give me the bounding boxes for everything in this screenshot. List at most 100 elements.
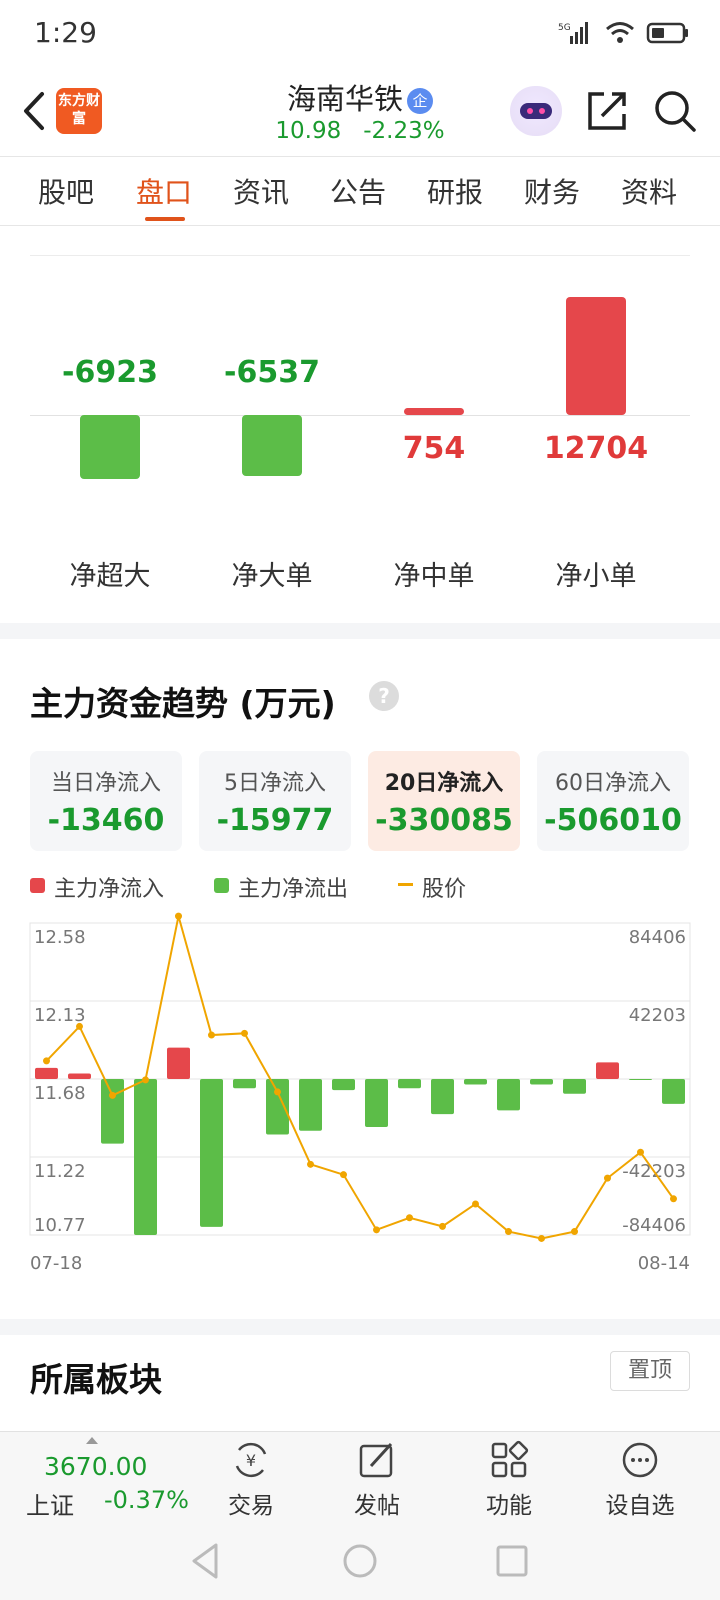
add-watch-label: 设自选 xyxy=(605,1493,675,1519)
net-flow-bar xyxy=(242,415,302,476)
flow-bar xyxy=(497,1079,520,1111)
signal-label: 5G xyxy=(558,23,571,33)
system-nav-bar xyxy=(0,1523,720,1600)
nav-recents-icon[interactable] xyxy=(490,1539,534,1583)
nav-home-icon[interactable] xyxy=(338,1539,382,1583)
stock-change-pct: -2.23% xyxy=(363,118,445,144)
trade-button[interactable]: ¥ 交易 xyxy=(196,1438,306,1522)
price-point xyxy=(505,1228,512,1236)
index-value[interactable]: 3670.00 xyxy=(44,1452,147,1481)
stock-price: 10.98 xyxy=(275,118,342,144)
tab-pankou[interactable]: 盘口 xyxy=(119,171,209,211)
price-point xyxy=(241,1029,248,1037)
net-flow-label: 净小单 xyxy=(555,561,637,592)
flow-bar xyxy=(167,1047,190,1079)
flow-bar xyxy=(233,1079,256,1089)
post-icon xyxy=(359,1442,393,1478)
pin-top-button[interactable]: 置顶 xyxy=(610,1351,690,1391)
post-button[interactable]: 发帖 xyxy=(322,1438,432,1522)
price-point xyxy=(340,1171,347,1179)
flow-bar xyxy=(35,1067,58,1079)
enterprise-badge-icon: 企 xyxy=(407,88,433,114)
price-point xyxy=(109,1091,116,1099)
tab-research[interactable]: 研报 xyxy=(410,171,500,211)
price-point xyxy=(274,1088,281,1096)
price-point xyxy=(76,1022,83,1030)
status-time: 1:29 xyxy=(34,16,97,49)
stock-header: 东方财富 海南华铁企 10.98 -2.23% xyxy=(0,68,720,156)
price-point xyxy=(175,912,182,920)
x-start-label: 07-18 xyxy=(30,1253,82,1274)
tab-news[interactable]: 资讯 xyxy=(216,171,306,211)
right-axis-tick: 42203 xyxy=(629,1005,686,1026)
left-axis-tick: 11.22 xyxy=(34,1161,86,1182)
bottom-toolbar: 3670.00 上证 -0.37% ¥ 交易 发帖 功能 设自选 xyxy=(0,1431,720,1523)
active-tab-indicator xyxy=(145,217,185,221)
function-icon xyxy=(491,1440,529,1478)
flow-bar xyxy=(266,1079,289,1135)
caret-up-icon[interactable] xyxy=(86,1437,98,1444)
price-point xyxy=(373,1226,380,1234)
net-flow-value: -6923 xyxy=(62,355,158,390)
left-axis-tick: 12.13 xyxy=(34,1005,86,1026)
status-bar: 1:29 5G xyxy=(0,0,720,68)
flow-bar xyxy=(398,1079,421,1089)
search-icon[interactable] xyxy=(652,88,698,134)
trade-label: 交易 xyxy=(228,1493,274,1519)
stock-name: 海南华铁 xyxy=(286,82,403,116)
add-watch-button[interactable]: 设自选 xyxy=(585,1438,695,1522)
index-name[interactable]: 上证 xyxy=(26,1486,74,1521)
flow-bar xyxy=(431,1079,454,1115)
right-axis-tick: 84406 xyxy=(629,927,686,948)
left-axis-tick: 10.77 xyxy=(34,1215,86,1236)
net-flow-bar xyxy=(404,407,464,415)
price-point xyxy=(604,1174,611,1182)
price-point xyxy=(142,1076,149,1084)
section-divider xyxy=(0,1319,720,1335)
net-flow-bar xyxy=(80,415,140,480)
flow-bar xyxy=(596,1062,619,1079)
price-point xyxy=(406,1214,413,1222)
wifi-icon xyxy=(606,22,634,43)
status-icons: 5G xyxy=(558,20,690,46)
flow-bar xyxy=(101,1079,124,1144)
share-icon[interactable] xyxy=(584,88,630,134)
price-point xyxy=(670,1195,677,1203)
tab-finance[interactable]: 财务 xyxy=(507,171,597,211)
flow-bar xyxy=(299,1079,322,1131)
net-flow-label: 净大单 xyxy=(231,561,313,592)
flow-bar xyxy=(134,1079,157,1235)
price-point xyxy=(208,1031,215,1039)
sector-section: 所属板块 置顶 xyxy=(0,1335,720,1435)
svg-text:¥: ¥ xyxy=(246,1451,256,1470)
price-point xyxy=(307,1160,314,1168)
add-watch-icon xyxy=(622,1442,658,1478)
net-flow-label: 净中单 xyxy=(393,561,475,592)
left-axis-tick: 12.58 xyxy=(34,927,86,948)
tab-bar: 股吧 盘口 资讯 公告 研报 财务 资料 xyxy=(0,156,720,226)
tab-announcements[interactable]: 公告 xyxy=(313,171,403,211)
x-end-label: 08-14 xyxy=(638,1253,690,1274)
net-flow-value: 12704 xyxy=(543,431,649,466)
index-change[interactable]: -0.37% xyxy=(104,1486,189,1514)
price-point xyxy=(571,1228,578,1236)
flow-bar xyxy=(68,1073,91,1079)
tab-profile[interactable]: 资料 xyxy=(604,171,694,211)
price-point xyxy=(538,1234,545,1242)
net-flow-value: 754 xyxy=(402,431,466,466)
ai-assistant-icon[interactable] xyxy=(510,86,562,136)
net-flow-label: 净超大 xyxy=(69,561,151,592)
flow-bar xyxy=(662,1079,685,1104)
flow-bar xyxy=(629,1079,652,1080)
flow-bar xyxy=(530,1079,553,1085)
nav-back-icon[interactable] xyxy=(184,1539,228,1583)
price-point xyxy=(439,1222,446,1230)
flow-bar xyxy=(332,1079,355,1091)
function-button[interactable]: 功能 xyxy=(454,1438,564,1522)
section-divider xyxy=(0,623,720,639)
trade-icon: ¥ xyxy=(235,1442,267,1478)
net-flow-value: -6537 xyxy=(224,355,320,390)
sector-title: 所属板块 xyxy=(30,1360,162,1399)
main-fund-trend-chart: 12.588440612.134220311.68011.22-4220310.… xyxy=(29,912,691,1274)
tab-guba[interactable]: 股吧 xyxy=(21,171,111,211)
